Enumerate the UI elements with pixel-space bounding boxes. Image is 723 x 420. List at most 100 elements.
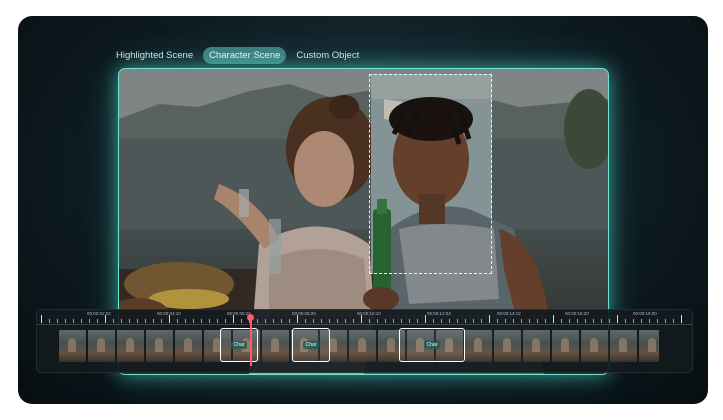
- filmstrip-thumbnail: [639, 330, 659, 362]
- timestamp-label: 00:00:18:00: [633, 311, 657, 316]
- ruler-tick: [329, 319, 330, 323]
- ruler-tick: [513, 319, 514, 323]
- ruler-tick: [401, 319, 402, 323]
- character-clip[interactable]: Char: [292, 328, 330, 362]
- ruler-tick: [361, 315, 362, 323]
- ruler-tick: [665, 319, 666, 323]
- playhead[interactable]: [247, 314, 253, 366]
- ruler-tick: [385, 319, 386, 323]
- ruler-tick: [129, 319, 130, 323]
- ruler-tick: [177, 319, 178, 323]
- ruler-tick: [337, 319, 338, 323]
- ruler-tick: [313, 319, 314, 323]
- ruler-tick: [505, 319, 506, 323]
- ruler-tick: [617, 315, 618, 323]
- ruler-tick: [681, 315, 682, 323]
- ruler-tick: [137, 319, 138, 323]
- ruler-tick: [225, 319, 226, 323]
- ruler-tick: [345, 319, 346, 323]
- ruler-tick: [89, 319, 90, 323]
- ruler-tick: [201, 319, 202, 323]
- filmstrip[interactable]: [59, 330, 659, 362]
- ruler-tick: [673, 319, 674, 323]
- ruler-tick: [57, 319, 58, 323]
- filmstrip-thumbnail: [349, 330, 376, 362]
- ruler-tick: [633, 319, 634, 323]
- ruler-tick: [569, 319, 570, 323]
- ruler-tick: [609, 319, 610, 323]
- filmstrip-thumbnail: [146, 330, 173, 362]
- ruler-tick: [153, 319, 154, 323]
- character-clip[interactable]: Char: [399, 328, 465, 362]
- ruler-tick: [193, 319, 194, 323]
- filmstrip-thumbnail: [523, 330, 550, 362]
- timestamp-label: 00:00:08:20: [292, 311, 316, 316]
- tab-custom-object[interactable]: Custom Object: [290, 47, 365, 64]
- ruler-tick: [433, 319, 434, 323]
- ruler-tick: [145, 319, 146, 323]
- filmstrip-thumbnail: [117, 330, 144, 362]
- filmstrip-thumbnail: [610, 330, 637, 362]
- ruler-tick: [241, 319, 242, 323]
- ruler-tick: [537, 319, 538, 323]
- ruler-tick: [49, 319, 50, 323]
- ruler-tick: [425, 315, 426, 323]
- ruler-tick: [185, 319, 186, 323]
- ruler-tick: [521, 319, 522, 323]
- ruler-tick: [417, 319, 418, 323]
- ruler-tick: [409, 319, 410, 323]
- tab-character-scene[interactable]: Character Scene: [203, 46, 287, 64]
- ruler-tick: [281, 319, 282, 323]
- ruler-tick: [481, 319, 482, 323]
- filmstrip-thumbnail: [552, 330, 579, 362]
- character-clip[interactable]: Char: [220, 328, 258, 362]
- ruler-tick: [65, 319, 66, 323]
- ruler-tick: [393, 319, 394, 323]
- ruler-tick: [497, 319, 498, 323]
- ruler-tick: [121, 319, 122, 323]
- ruler-tick: [625, 319, 626, 323]
- ruler-tick: [593, 319, 594, 323]
- filmstrip-thumbnail: [465, 330, 492, 362]
- ruler-tick: [289, 319, 290, 323]
- clip-label: Char: [423, 341, 441, 349]
- ruler-tick: [353, 319, 354, 323]
- ruler-tick: [657, 319, 658, 323]
- filmstrip-thumbnail: [262, 330, 289, 362]
- ruler-tick: [321, 319, 322, 323]
- ruler-tick: [649, 319, 650, 323]
- ruler-tick: [441, 319, 442, 323]
- ruler-tick: [73, 319, 74, 323]
- timestamp-label: 00:00:12:03: [427, 311, 451, 316]
- timestamp-label: 00:00:14:12: [497, 311, 521, 316]
- timestamp-label: 00:00:16:20: [565, 311, 589, 316]
- filmstrip-thumbnail: [175, 330, 202, 362]
- ruler-tick: [377, 319, 378, 323]
- ruler-tick: [105, 315, 106, 323]
- ruler-tick: [641, 319, 642, 323]
- ruler-tick: [489, 315, 490, 323]
- ruler-tick: [257, 319, 258, 323]
- ruler-tick: [465, 319, 466, 323]
- ruler-tick: [369, 319, 370, 323]
- ruler-tick: [297, 315, 298, 323]
- tab-highlighted-scene[interactable]: Highlighted Scene: [110, 47, 199, 64]
- character-selection-box[interactable]: [369, 74, 492, 274]
- ruler-tick: [585, 319, 586, 323]
- ruler-tick: [113, 319, 114, 323]
- timeline-ruler[interactable]: 00:00:02:03 00:00:04:10 00:00:06:20 00:0…: [37, 310, 692, 325]
- timeline-panel[interactable]: 00:00:02:03 00:00:04:10 00:00:06:20 00:0…: [36, 309, 693, 373]
- ruler-tick: [545, 319, 546, 323]
- ruler-tick: [449, 319, 450, 323]
- ruler-tick: [457, 319, 458, 323]
- ruler-tick: [265, 319, 266, 323]
- ruler-tick: [577, 319, 578, 323]
- ruler-tick: [561, 319, 562, 323]
- filmstrip-thumbnail: [494, 330, 521, 362]
- filmstrip-thumbnail: [581, 330, 608, 362]
- app-window: Highlighted Scene Character Scene Custom…: [18, 16, 708, 404]
- timestamp-label: 00:00:02:03: [87, 311, 111, 316]
- clip-label: Char: [230, 341, 248, 349]
- ruler-tick: [97, 319, 98, 323]
- filmstrip-thumbnail: [88, 330, 115, 362]
